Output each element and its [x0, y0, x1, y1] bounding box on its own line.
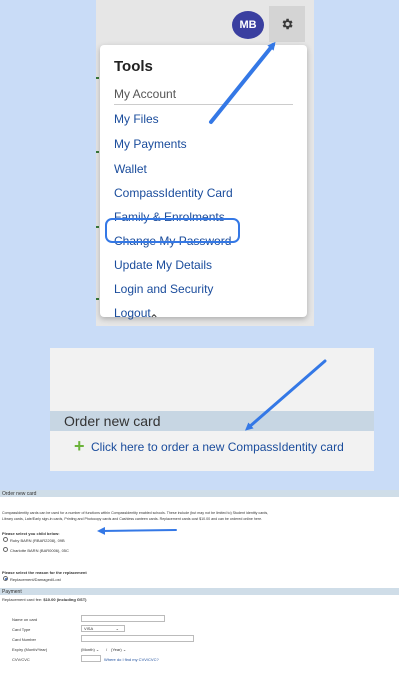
name-input[interactable] [81, 615, 165, 622]
tools-menu-screenshot: MB Tools My Account My Files My Payments… [96, 0, 314, 326]
form-header-bar [0, 490, 399, 497]
chevron-down-icon: ⌄ [115, 626, 119, 631]
cvv-label: CVV/CVC [12, 657, 30, 662]
child-radio-1[interactable] [3, 537, 8, 542]
gear-icon [282, 18, 293, 30]
menu-item-wallet[interactable]: Wallet [114, 162, 147, 176]
card-type-label: Card Type [12, 627, 31, 632]
description-line-1: CompassIdentity cards can be used for a … [2, 511, 269, 515]
expiry-slash: / [106, 647, 108, 652]
menu-title: Tools [114, 58, 153, 75]
description-line-2: Library cards, Late/Early sign-in cards,… [2, 517, 263, 521]
card-number-label: Card Number [12, 637, 37, 642]
chevron-up-icon: ⌃ [149, 312, 160, 326]
plus-icon: + [74, 436, 85, 456]
child-select-label: Please select you child below: [2, 531, 60, 536]
menu-section-label: My Account [114, 87, 177, 101]
chevron-down-icon: ⌄ [122, 647, 127, 652]
top-bar: MB [96, 0, 314, 46]
card-number-input[interactable] [81, 635, 194, 642]
order-form: Order new card CompassIdentity cards can… [0, 490, 399, 696]
reason-label: Please select the reason for the replace… [2, 570, 87, 575]
menu-item-compassidentity[interactable]: CompassIdentity Card [114, 186, 233, 200]
card-type-select[interactable]: VISA ⌄ [81, 625, 125, 632]
expiry-year-select[interactable]: (Year) ⌄ [111, 647, 126, 652]
menu-item-update-details[interactable]: Update My Details [114, 258, 212, 272]
expiry-month-value: (Month) [81, 647, 95, 652]
highlight-box [105, 218, 240, 243]
section-heading: Order new card [64, 413, 161, 429]
menu-item-login-security[interactable]: Login and Security [114, 282, 213, 296]
menu-item-logout[interactable]: Logout [114, 306, 151, 320]
expiry-year-value: (Year) [111, 647, 122, 652]
child-option-1: Ruby BARN (RBAR2208), 09B [10, 538, 65, 543]
avatar[interactable]: MB [232, 11, 264, 39]
expiry-month-select[interactable]: (Month) ⌄ [81, 647, 99, 652]
fee-prefix: Replacement card fee: [2, 597, 44, 602]
reason-radio[interactable] [3, 576, 8, 581]
fee-value: $10.00 (including GST) [43, 597, 87, 602]
name-label: Name on card [12, 617, 38, 622]
chevron-down-icon: ⌄ [95, 647, 100, 652]
payment-header-bar [0, 588, 399, 595]
child-radio-2[interactable] [3, 547, 8, 552]
menu-item-my-files[interactable]: My Files [114, 112, 159, 126]
order-card-link[interactable]: Click here to order a new CompassIdentit… [91, 440, 344, 454]
expiry-label: Expiry (Month/Year) [12, 647, 48, 652]
cvv-input[interactable] [81, 655, 101, 662]
menu-item-my-payments[interactable]: My Payments [114, 137, 187, 151]
settings-button[interactable] [269, 6, 305, 42]
child-option-2: Charlotte BARN (BAR0006), 05C [10, 548, 69, 553]
card-type-value: VISA [84, 626, 94, 631]
order-card-zoom: Order new card + Click here to order a n… [50, 348, 374, 471]
cvv-help-link[interactable]: Where do I find my CVV/CVC? [104, 657, 159, 662]
tools-dropdown: Tools My Account My Files My Payments Wa… [100, 45, 307, 320]
menu-divider [114, 104, 293, 105]
payment-heading: Payment [2, 589, 22, 595]
reason-option: Replacement/Damaged/Lost [10, 577, 61, 582]
form-heading: Order new card [2, 491, 37, 497]
fee-text: Replacement card fee: $10.00 (including … [2, 597, 86, 602]
